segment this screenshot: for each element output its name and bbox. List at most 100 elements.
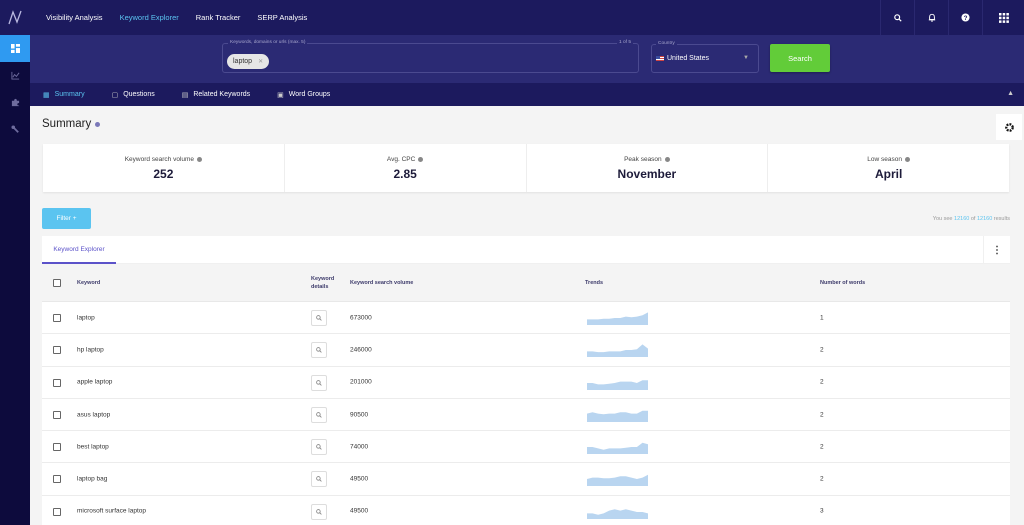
- tab-keyword-explorer[interactable]: Keyword Explorer: [42, 236, 116, 264]
- words-cell: 2: [820, 378, 824, 386]
- chart-icon: [10, 71, 19, 80]
- gear-icon: [1004, 122, 1014, 132]
- results-of: of: [970, 216, 976, 222]
- row-checkbox[interactable]: [53, 346, 61, 355]
- sparkline-area: [587, 508, 648, 519]
- question-icon: ▢: [111, 91, 119, 99]
- info-icon[interactable]: [95, 121, 101, 127]
- search-icon: [316, 347, 322, 353]
- app-logo[interactable]: [0, 0, 30, 35]
- sparkline-area: [587, 379, 648, 390]
- sparkline-area: [587, 312, 648, 325]
- results-total: 12160: [976, 216, 993, 222]
- sparkline-area: [587, 410, 648, 422]
- search-icon[interactable]: [880, 0, 914, 35]
- topnav-item-serp-analysis[interactable]: SERP Analysis: [257, 13, 307, 22]
- search-button[interactable]: Search: [770, 44, 830, 72]
- tab-related-keywords[interactable]: ▤ Related Keywords: [182, 91, 250, 99]
- tab-word-groups-label: Word Groups: [288, 91, 331, 98]
- stat-card: Peak season November: [527, 144, 769, 192]
- tab-questions-label: Questions: [123, 91, 155, 98]
- tab-summary[interactable]: ▦ Summary: [43, 91, 85, 99]
- section-tabs: ▦ Summary ▢ Questions ▤ Related Keywords…: [30, 83, 1024, 106]
- keyword-cell[interactable]: best laptop: [77, 443, 109, 450]
- chevron-down-icon: ▼: [743, 55, 749, 61]
- sidebar-item-tools[interactable]: [0, 116, 30, 143]
- stat-card: Low season April: [768, 144, 1009, 192]
- header-volume[interactable]: Keyword search volume: [350, 280, 413, 286]
- close-icon[interactable]: ✕: [258, 58, 263, 65]
- keyword-details-button[interactable]: [311, 503, 327, 520]
- keyword-details-button[interactable]: [311, 439, 327, 456]
- country-select[interactable]: Country United States ▼: [651, 41, 759, 73]
- table-row: apple laptop 201000 2: [42, 367, 1010, 399]
- info-icon[interactable]: [664, 156, 670, 162]
- info-icon[interactable]: [418, 156, 424, 162]
- stat-label-text: Low season: [867, 155, 902, 163]
- more-options-icon[interactable]: ⋮: [983, 236, 1010, 264]
- stat-value: November: [617, 166, 677, 181]
- search-icon: [316, 508, 322, 515]
- sidebar-item-charts[interactable]: [0, 62, 30, 89]
- chevron-up-icon[interactable]: ▲: [1007, 90, 1014, 97]
- keyword-table: Keyword Explorer ⋮ Keyword Keyword detai…: [42, 236, 1010, 525]
- country-select-label: Country: [656, 41, 677, 46]
- top-navbar: Visibility Analysis Keyword Explorer Rank …: [0, 0, 1024, 35]
- trend-sparkline: [587, 508, 648, 519]
- table-row: laptop bag 49500 2: [42, 463, 1010, 496]
- tab-related-keywords-label: Related Keywords: [193, 91, 251, 98]
- keyword-details-button[interactable]: [311, 310, 327, 326]
- topnav-item-keyword-explorer[interactable]: Keyword Explorer: [120, 13, 179, 22]
- search-icon: [316, 412, 322, 418]
- apps-grid-icon[interactable]: [982, 0, 1024, 35]
- row-checkbox[interactable]: [53, 475, 61, 484]
- info-icon[interactable]: [904, 156, 910, 162]
- keyword-details-button[interactable]: [311, 374, 327, 391]
- keyword-cell[interactable]: apple laptop: [77, 379, 112, 386]
- stat-label: Keyword search volume: [125, 156, 203, 163]
- row-checkbox[interactable]: [53, 410, 61, 419]
- header-keyword[interactable]: Keyword: [77, 280, 100, 286]
- row-checkbox[interactable]: [53, 314, 61, 322]
- keyword-details-button[interactable]: [311, 406, 327, 423]
- tab-questions[interactable]: ▢ Questions: [112, 91, 155, 99]
- row-checkbox[interactable]: [53, 378, 61, 387]
- keyword-details-button[interactable]: [311, 471, 327, 488]
- keywords-input[interactable]: Keywords, domains or urls (max. 5) 1 of …: [222, 40, 639, 73]
- results-suffix: results: [993, 216, 1010, 222]
- tab-word-groups[interactable]: ▣ Word Groups: [277, 91, 330, 99]
- trend-sparkline: [587, 442, 648, 455]
- topnav-item-rank-tracker[interactable]: Rank Tracker: [196, 13, 241, 22]
- words-cell: 2: [820, 346, 824, 354]
- volume-cell: 49500: [350, 475, 369, 483]
- stat-value: April: [874, 166, 903, 181]
- results-prefix: You see: [932, 216, 953, 222]
- stat-label-text: Peak season: [624, 155, 662, 163]
- sidebar-item-integrations[interactable]: [0, 89, 30, 116]
- keyword-cell[interactable]: laptop bag: [77, 476, 107, 483]
- keyword-chip[interactable]: laptop ✕: [227, 54, 270, 69]
- keyword-cell[interactable]: asus laptop: [77, 411, 110, 418]
- puzzle-icon: [11, 98, 19, 107]
- keyword-cell[interactable]: hp laptop: [77, 346, 104, 353]
- sidebar-item-dashboard[interactable]: [0, 35, 30, 62]
- help-icon[interactable]: ?: [948, 0, 982, 35]
- info-icon[interactable]: [197, 156, 203, 162]
- stat-label-text: Avg. CPC: [386, 155, 416, 163]
- topnav-item-visibility-analysis[interactable]: Visibility Analysis: [46, 13, 103, 22]
- bell-icon[interactable]: [914, 0, 948, 35]
- settings-button[interactable]: [996, 114, 1022, 140]
- select-all-checkbox[interactable]: [53, 279, 61, 287]
- svg-text:?: ?: [964, 15, 968, 22]
- row-checkbox[interactable]: [53, 507, 61, 516]
- sparkline-area: [587, 442, 648, 455]
- search-icon: [316, 444, 322, 450]
- row-checkbox[interactable]: [53, 443, 61, 452]
- table-row: best laptop 74000 2: [42, 431, 1010, 464]
- keyword-cell[interactable]: laptop: [77, 314, 95, 321]
- keyword-details-button[interactable]: [311, 342, 327, 359]
- keyword-cell[interactable]: microsoft surface laptop: [77, 508, 146, 515]
- tab-summary-label: Summary: [54, 91, 85, 98]
- filter-button[interactable]: Filter +: [42, 208, 91, 229]
- header-number-of-words[interactable]: Number of words: [820, 280, 865, 286]
